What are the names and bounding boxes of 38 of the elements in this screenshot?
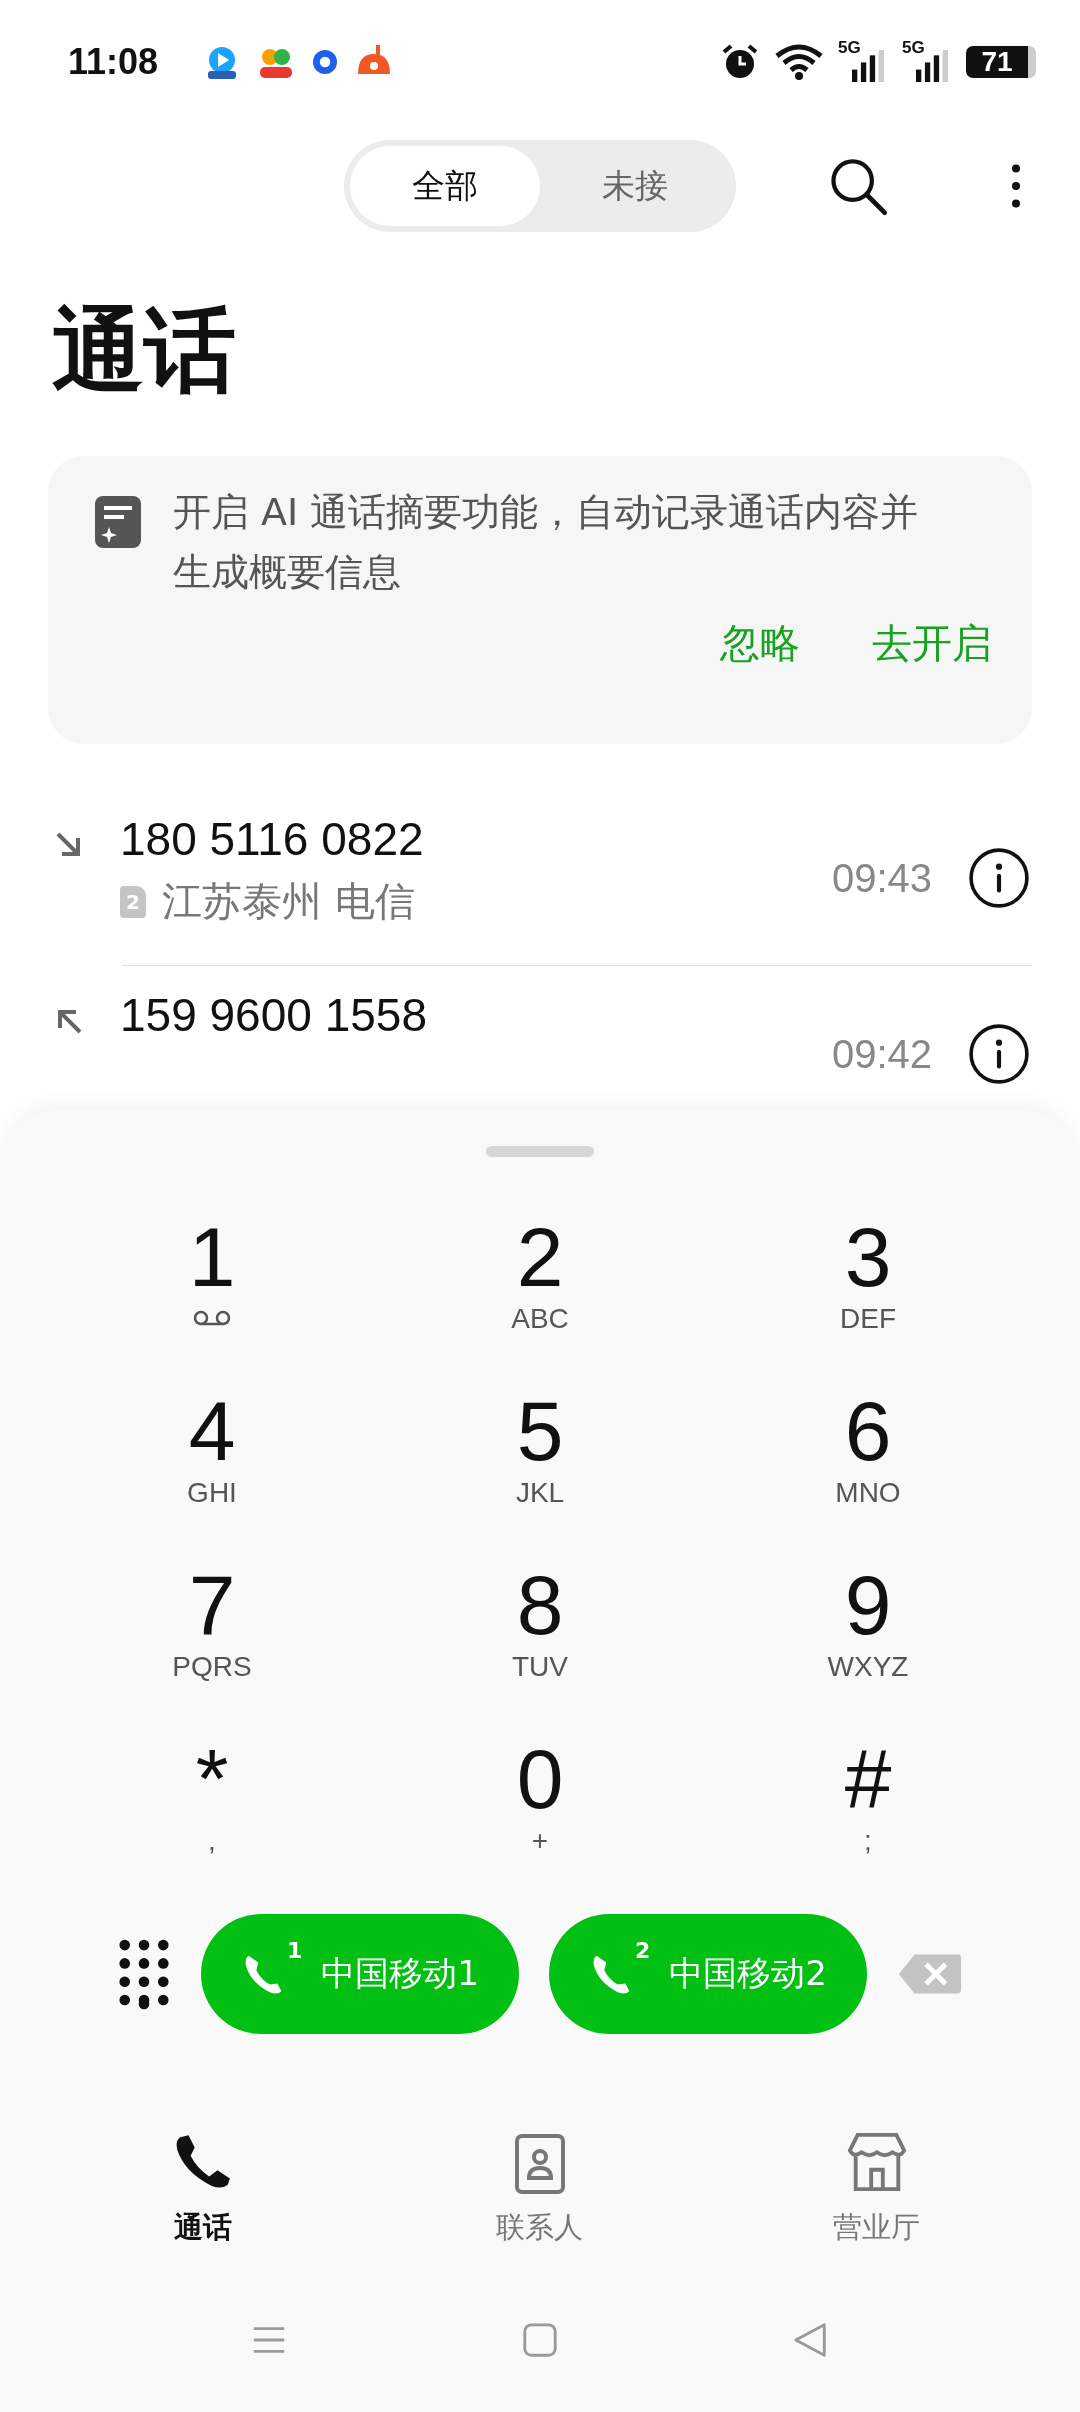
nav-tab[interactable]: 通话 (35, 2129, 372, 2249)
wifi-icon (774, 42, 824, 82)
info-icon[interactable] (968, 1023, 1030, 1085)
filter-tab[interactable]: 未接 (540, 146, 730, 226)
voicemail-icon (192, 1309, 232, 1327)
dial-key[interactable]: 0 + (376, 1729, 704, 1903)
dial-key[interactable]: 8 TUV (376, 1555, 704, 1729)
dial-key[interactable]: 9 WXYZ (704, 1555, 1032, 1729)
summary-icon (93, 494, 143, 550)
network-type: 5G (902, 38, 925, 58)
dial-key[interactable]: # ; (704, 1729, 1032, 1903)
dial-key[interactable]: 6 MNO (704, 1381, 1032, 1555)
filter-tab[interactable]: 全部 (350, 146, 540, 226)
dial-key[interactable]: 3 DEF (704, 1207, 1032, 1381)
keypad-icon[interactable] (117, 1937, 171, 2011)
call-time: 09:43 (831, 855, 932, 901)
network-type: 5G (838, 38, 861, 58)
drag-handle[interactable] (486, 1146, 594, 1157)
battery-level: 71 (981, 46, 1013, 78)
dial-key[interactable]: 2 ABC (376, 1207, 704, 1381)
call-time: 09:42 (831, 1031, 932, 1077)
nav-tab[interactable]: 营业厅 (708, 2129, 1045, 2249)
dial-key[interactable]: 7 PQRS (48, 1555, 376, 1729)
nav-tab[interactable]: 联系人 (371, 2129, 709, 2249)
status-time: 11:08 (68, 41, 159, 83)
page-title: 通话 (52, 296, 237, 406)
phone-number[interactable]: 159 9600 1558 (120, 988, 832, 1042)
banner-text: 开启 AI 通话摘要功能，自动记录通话内容并生成概要信息 (173, 489, 920, 596)
phone-number[interactable]: 180 5116 0822 (120, 812, 832, 866)
dial-key[interactable]: 4 GHI (48, 1381, 376, 1555)
sim-badge: 2 (120, 885, 146, 918)
info-icon[interactable] (968, 847, 1030, 909)
dial-key[interactable]: 5 JKL (376, 1381, 704, 1555)
store-icon (845, 2130, 908, 2194)
home-icon[interactable] (521, 2321, 559, 2359)
dial-key[interactable]: * , (48, 1729, 376, 1903)
dial-key[interactable]: 1 (48, 1207, 376, 1381)
call-location: 江苏泰州 电信 (162, 877, 415, 926)
